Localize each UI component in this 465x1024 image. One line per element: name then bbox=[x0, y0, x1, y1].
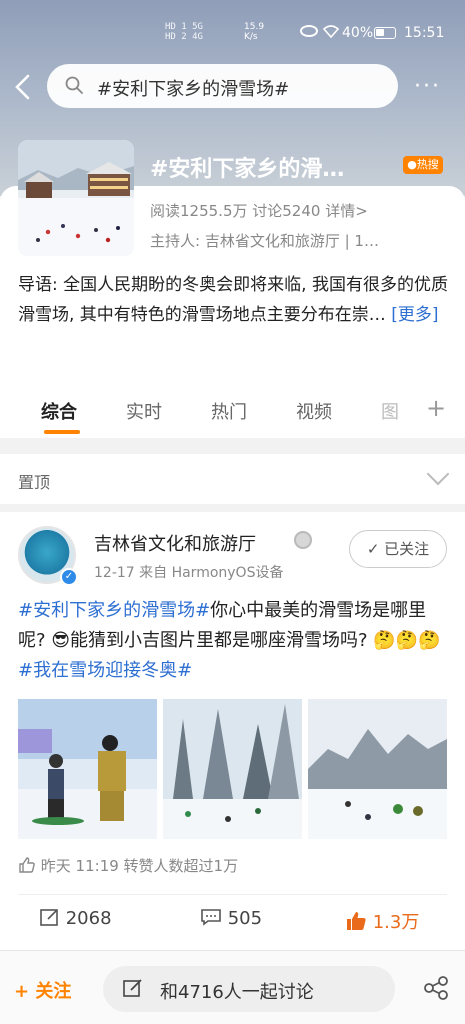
intro-more-link[interactable]: [更多] bbox=[391, 305, 438, 325]
topic-thumbnail[interactable] bbox=[18, 140, 134, 256]
signal-indicator: HD 1 5G HD 2 4G bbox=[165, 22, 203, 42]
ski-resort-image bbox=[18, 140, 134, 256]
topic-tag-link[interactable]: #安利下家乡的滑雪场# bbox=[18, 600, 210, 621]
battery-percent: 40% bbox=[342, 25, 374, 41]
post-author[interactable]: 吉林省文化和旅游厅 bbox=[94, 530, 256, 556]
pinned-label: 置顶 bbox=[18, 473, 51, 492]
chevron-left-icon bbox=[15, 74, 30, 100]
post-image-3[interactable] bbox=[308, 699, 447, 839]
likers-summary[interactable]: 昨天 11:19 转赞人数超过1万 bbox=[18, 855, 238, 878]
share-button[interactable] bbox=[422, 974, 450, 1002]
tab-realtime[interactable]: 实时 bbox=[126, 398, 162, 424]
topic-intro: 导语: 全国人民期盼的冬奥会即将来临, 我国有很多的优质滑雪场, 其中有特色的滑… bbox=[18, 275, 448, 325]
discussion-placeholder: 和4716人一起讨论 bbox=[160, 982, 314, 1003]
back-button[interactable] bbox=[12, 72, 36, 102]
topic-host[interactable]: 主持人: 吉林省文化和旅游厅 | 1… bbox=[150, 230, 450, 251]
status-bar: HD 1 5G HD 2 4G 15.9 K/s 40% 15:51 bbox=[0, 22, 465, 48]
chevron-down-icon[interactable] bbox=[426, 462, 450, 486]
share-icon bbox=[424, 976, 448, 1000]
search-text: #安利下家乡的滑雪场# bbox=[97, 79, 290, 100]
verified-icon: ✓ bbox=[60, 568, 78, 586]
discussion-input[interactable]: 和4716人一起讨论 bbox=[103, 966, 395, 1012]
repost-icon bbox=[40, 909, 58, 926]
tab-active-indicator bbox=[44, 430, 80, 434]
more-options-button[interactable]: ··· bbox=[414, 74, 441, 99]
repost-button[interactable]: 2068 bbox=[40, 908, 112, 929]
top-nav: #安利下家乡的滑雪场# ··· bbox=[0, 64, 465, 110]
tab-comprehensive[interactable]: 综合 bbox=[41, 398, 77, 424]
add-tab-button[interactable]: + bbox=[426, 394, 446, 422]
comment-button[interactable]: 505 bbox=[200, 908, 262, 929]
pinned-header[interactable]: 置顶 bbox=[0, 454, 465, 504]
post-actions: 2068 505 1.3万 bbox=[0, 902, 465, 942]
edit-icon bbox=[123, 979, 142, 997]
tab-video[interactable]: 视频 bbox=[296, 398, 332, 424]
divider bbox=[18, 894, 447, 895]
post-image-2[interactable] bbox=[163, 699, 302, 839]
comment-icon bbox=[201, 909, 221, 926]
search-bar[interactable]: #安利下家乡的滑雪场# bbox=[47, 64, 398, 108]
thumbs-up-icon bbox=[18, 856, 36, 878]
hot-search-badge: ●热搜 bbox=[403, 156, 443, 174]
search-icon bbox=[65, 76, 83, 94]
followed-button[interactable]: ✓ 已关注 bbox=[349, 530, 447, 568]
eye-icon bbox=[300, 25, 318, 37]
post-card: ✓ 吉林省文化和旅游厅 12-17 来自 HarmonyOS设备 ✓ 已关注 #… bbox=[0, 512, 465, 952]
tab-hot[interactable]: 热门 bbox=[211, 398, 247, 424]
post-meta: 12-17 来自 HarmonyOS设备 bbox=[94, 565, 284, 581]
topic-title: #安利下家乡的滑… bbox=[150, 157, 345, 182]
medal-icon bbox=[294, 531, 312, 549]
thumbs-up-filled-icon bbox=[347, 912, 366, 930]
like-button[interactable]: 1.3万 bbox=[345, 908, 419, 934]
topic-stats[interactable]: 阅读1255.5万 讨论5240 详情> bbox=[150, 200, 368, 221]
location-icon: ● bbox=[407, 158, 417, 171]
check-icon: ✓ bbox=[366, 540, 380, 558]
bottom-bar: + 关注 和4716人一起讨论 bbox=[0, 950, 465, 1024]
wifi-icon bbox=[322, 24, 340, 42]
network-speed: 15.9 K/s bbox=[244, 22, 265, 42]
post-images bbox=[18, 699, 447, 839]
avatar[interactable]: ✓ bbox=[18, 526, 78, 586]
post-text: #安利下家乡的滑雪场#你心中最美的滑雪场是哪里呢? 😎能猜到小吉图片里都是哪座滑… bbox=[18, 600, 441, 681]
post-image-1[interactable] bbox=[18, 699, 157, 839]
tab-bar: 综合 实时 热门 视频 图 + bbox=[0, 390, 465, 438]
follow-topic-button[interactable]: + 关注 bbox=[14, 977, 71, 1003]
clock: 15:51 bbox=[404, 25, 445, 41]
topic-tag-link-2[interactable]: #我在雪场迎接冬奥# bbox=[18, 660, 192, 681]
tab-images[interactable]: 图 bbox=[381, 398, 399, 424]
battery-icon bbox=[374, 27, 396, 39]
